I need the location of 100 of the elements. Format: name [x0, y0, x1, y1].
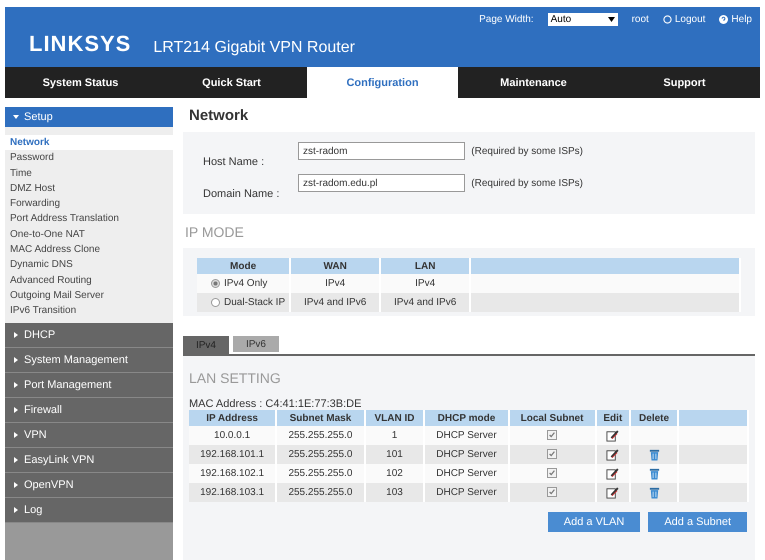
field-label: Host Name :: [203, 155, 266, 168]
add-button[interactable]: Add a Subnet: [648, 512, 747, 532]
table-cell: DHCP Server: [424, 483, 509, 502]
table-cell: IPv4 and IPv6: [290, 293, 380, 312]
sidebar-section[interactable]: Setup: [5, 107, 173, 127]
table-cell: 101: [364, 445, 424, 464]
table-cell: 255.255.255.0: [276, 464, 365, 483]
trash-icon[interactable]: [648, 448, 661, 461]
sidebar-item[interactable]: Advanced Routing: [5, 272, 173, 288]
sidebar-item[interactable]: MAC Address Clone: [5, 242, 173, 258]
nav-tab[interactable]: System Status: [5, 67, 156, 98]
table-cell: 102: [364, 464, 424, 483]
column-header: Delete: [630, 410, 678, 426]
checkbox[interactable]: [547, 487, 558, 498]
table-cell: 1: [364, 426, 424, 445]
field-note: (Required by some ISPs): [471, 146, 583, 156]
edit-icon[interactable]: [606, 448, 620, 461]
sidebar-section[interactable]: Port Management: [5, 372, 173, 398]
field-note: (Required by some ISPs): [471, 178, 583, 188]
nav-tab[interactable]: Quick Start: [156, 67, 307, 98]
caret-right-icon: [13, 456, 19, 463]
sidebar-item[interactable]: IPv6 Transition: [5, 303, 173, 319]
caret-right-icon: [13, 406, 19, 413]
section-title: LAN SETTING: [189, 370, 282, 386]
caret-right-icon: [13, 432, 19, 438]
page-width-select[interactable]: Auto: [548, 13, 618, 26]
page-width-label: Page Width:: [479, 14, 534, 25]
sidebar-item[interactable]: Outgoing Mail Server: [5, 288, 173, 304]
nav-tab[interactable]: Support: [609, 67, 760, 98]
trash-icon[interactable]: [648, 486, 661, 499]
text-field[interactable]: zst-radom.edu.pl: [298, 174, 466, 192]
mode-option[interactable]: IPv4 Only: [197, 274, 290, 293]
table-cell: 255.255.255.0: [276, 445, 365, 464]
sidebar-section[interactable]: System Management: [5, 348, 173, 373]
table-cell: IPv4: [290, 274, 380, 293]
edit-icon[interactable]: [606, 467, 620, 480]
brand-logo: LINKSYS: [29, 31, 132, 57]
sidebar-section[interactable]: DHCP: [5, 322, 173, 348]
nav-tab[interactable]: Configuration: [307, 67, 458, 98]
sidebar-section[interactable]: Log: [5, 498, 173, 523]
table-cell: 255.255.255.0: [276, 483, 365, 502]
table-cell: 192.168.101.1: [189, 445, 276, 464]
text-field[interactable]: zst-radom: [298, 142, 466, 160]
column-header: Local Subnet: [508, 410, 596, 426]
table-cell: DHCP Server: [424, 464, 509, 483]
table-cell: 255.255.255.0: [276, 426, 365, 445]
sidebar-section[interactable]: VPN: [5, 422, 173, 448]
caret-right-icon: [13, 332, 19, 338]
mode-option[interactable]: Dual-Stack IP: [197, 293, 290, 312]
sidebar-section[interactable]: OpenVPN: [5, 472, 173, 498]
edit-icon[interactable]: [606, 486, 620, 499]
sidebar-item[interactable]: One-to-One NAT: [5, 226, 173, 242]
radio-button[interactable]: [211, 298, 220, 307]
power-icon: [662, 15, 672, 24]
table-cell: IPv4: [380, 274, 470, 293]
field-label: Domain Name :: [203, 187, 280, 200]
mac-address: MAC Address : C4:41:1E:77:3B:DE: [189, 398, 362, 410]
sidebar-section[interactable]: EasyLink VPN: [5, 448, 173, 473]
sidebar-item[interactable]: Port Address Translation: [5, 211, 173, 227]
add-button[interactable]: Add a VLAN: [548, 512, 640, 532]
nav-tab[interactable]: Maintenance: [458, 67, 609, 98]
radio-button[interactable]: [211, 278, 220, 288]
help-icon: [719, 15, 728, 24]
table-cell: DHCP Server: [424, 426, 509, 445]
caret-right-icon: [13, 506, 19, 513]
sidebar-item[interactable]: Network: [5, 135, 173, 150]
column-header: Subnet Mask: [276, 410, 365, 426]
column-header: IP Address: [189, 410, 276, 426]
sidebar-item[interactable]: Dynamic DNS: [5, 257, 173, 273]
column-header: LAN: [380, 258, 470, 274]
page-title: Network: [189, 107, 250, 124]
logout-link[interactable]: Logout: [674, 14, 706, 25]
column-header: Edit: [596, 410, 630, 426]
sidebar-item[interactable]: DMZ Host: [5, 180, 173, 196]
caret-down-icon: [13, 114, 19, 120]
product-title: LRT214 Gigabit VPN Router: [153, 39, 355, 57]
checkbox[interactable]: [547, 449, 558, 460]
column-header: DHCP mode: [424, 410, 509, 426]
caret-right-icon: [13, 382, 19, 388]
caret-right-icon: [13, 356, 19, 363]
tab[interactable]: IPv6: [233, 336, 279, 352]
checkbox[interactable]: [547, 430, 558, 440]
help-link[interactable]: Help: [731, 14, 752, 25]
checkbox[interactable]: [547, 468, 558, 478]
column-header: VLAN ID: [364, 410, 424, 426]
table-cell: 192.168.102.1: [189, 464, 276, 483]
user-name: root: [632, 14, 649, 25]
sidebar-section[interactable]: Firewall: [5, 398, 173, 423]
table-cell: 10.0.0.1: [189, 426, 276, 445]
section-title: IP MODE: [185, 224, 245, 240]
table-cell: 103: [364, 483, 424, 502]
column-header: Mode: [197, 258, 290, 274]
sidebar-item[interactable]: Forwarding: [5, 196, 173, 212]
table-cell: 192.168.103.1: [189, 483, 276, 502]
caret-down-icon: [608, 17, 615, 22]
sidebar-item[interactable]: Password: [5, 150, 173, 166]
sidebar-item[interactable]: Time: [5, 166, 173, 181]
edit-icon[interactable]: [606, 429, 620, 442]
table-cell: IPv4 and IPv6: [380, 293, 470, 312]
trash-icon[interactable]: [648, 467, 661, 480]
